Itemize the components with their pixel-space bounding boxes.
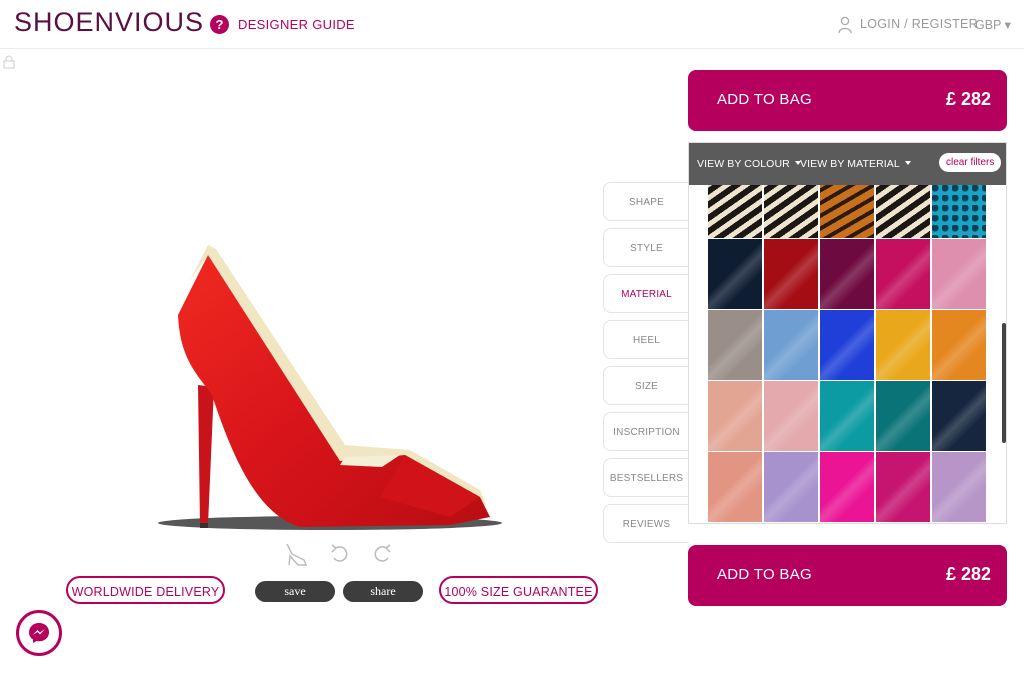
shoe-preview[interactable] — [150, 235, 510, 535]
material-swatch[interactable] — [708, 239, 762, 309]
tab-inscription[interactable]: INSCRIPTION — [603, 412, 689, 451]
swatch-row — [708, 381, 988, 451]
currency-select[interactable]: GBP ▾ — [975, 17, 1011, 32]
material-swatch[interactable] — [820, 381, 874, 451]
tab-bestsellers[interactable]: BESTSELLERS — [603, 458, 689, 497]
material-swatch[interactable] — [820, 185, 874, 238]
swatch-grid — [708, 185, 988, 523]
heel-stem — [198, 385, 214, 525]
lock-icon — [3, 55, 15, 69]
material-swatch[interactable] — [764, 239, 818, 309]
tab-reviews[interactable]: REVIEWS — [603, 504, 689, 543]
material-swatch[interactable] — [932, 452, 986, 522]
price: £ 282 — [945, 89, 991, 109]
scrollbar-thumb[interactable] — [1002, 323, 1006, 443]
share-button[interactable]: share — [343, 581, 423, 602]
swatch-row — [708, 310, 988, 380]
material-swatch[interactable] — [708, 452, 762, 522]
material-swatch[interactable] — [708, 185, 762, 238]
swatch-row — [708, 452, 988, 522]
user-icon[interactable] — [838, 16, 852, 34]
material-swatch[interactable] — [764, 310, 818, 380]
add-to-bag-label: ADD TO BAG — [717, 566, 812, 583]
tab-shape[interactable]: SHAPE — [603, 182, 689, 221]
material-swatch[interactable] — [820, 239, 874, 309]
tab-size[interactable]: SIZE — [603, 366, 689, 405]
view-by-material-label: VIEW BY MATERIAL — [800, 158, 900, 170]
material-swatch[interactable] — [876, 310, 930, 380]
save-button[interactable]: save — [255, 581, 335, 602]
worldwide-delivery-button[interactable]: WORLDWIDE DELIVERY — [66, 576, 225, 604]
add-to-bag-button[interactable]: ADD TO BAG £ 282 — [688, 70, 1007, 131]
material-swatch[interactable] — [820, 310, 874, 380]
material-swatch[interactable] — [932, 381, 986, 451]
material-panel: VIEW BY COLOUR VIEW BY MATERIAL clear fi… — [688, 142, 1007, 524]
material-swatch[interactable] — [764, 381, 818, 451]
swatch-row — [708, 185, 988, 238]
swatch-row — [708, 239, 988, 309]
messenger-icon — [29, 623, 49, 643]
size-guarantee-button[interactable]: 100% SIZE GUARANTEE — [439, 576, 598, 604]
clear-filters-button[interactable]: clear filters — [939, 153, 1002, 172]
material-swatch[interactable] — [764, 185, 818, 238]
brand-logo[interactable]: SHOENVIOUS — [14, 7, 204, 38]
material-swatch[interactable] — [876, 185, 930, 238]
material-swatch[interactable] — [876, 239, 930, 309]
add-to-bag-button-bottom[interactable]: ADD TO BAG £ 282 — [688, 545, 1007, 606]
material-swatch[interactable] — [876, 381, 930, 451]
material-swatch[interactable] — [708, 381, 762, 451]
view-by-colour-dropdown[interactable]: VIEW BY COLOUR — [697, 158, 801, 170]
messenger-chat-button[interactable] — [16, 610, 62, 656]
material-swatch[interactable] — [876, 452, 930, 522]
material-swatch[interactable] — [764, 452, 818, 522]
material-swatch[interactable] — [932, 310, 986, 380]
login-register-link[interactable]: LOGIN / REGISTER — [860, 17, 978, 31]
help-icon[interactable]: ? — [210, 15, 229, 34]
add-to-bag-label: ADD TO BAG — [717, 91, 812, 108]
tab-style[interactable]: STYLE — [603, 228, 689, 267]
material-swatch[interactable] — [820, 452, 874, 522]
material-swatch[interactable] — [708, 310, 762, 380]
shoe-view-icon[interactable] — [284, 540, 308, 570]
tab-heel[interactable]: HEEL — [603, 320, 689, 359]
top-header: SHOENVIOUS ? DESIGNER GUIDE LOGIN / REGI… — [0, 0, 1024, 49]
filter-bar: VIEW BY COLOUR VIEW BY MATERIAL clear fi… — [689, 143, 1006, 185]
view-by-colour-label: VIEW BY COLOUR — [697, 158, 790, 170]
material-swatch[interactable] — [932, 239, 986, 309]
redo-icon[interactable] — [372, 540, 392, 570]
undo-icon[interactable] — [330, 540, 350, 570]
designer-guide-link[interactable]: DESIGNER GUIDE — [238, 17, 355, 32]
material-swatch[interactable] — [932, 185, 986, 238]
view-by-material-dropdown[interactable]: VIEW BY MATERIAL — [800, 158, 911, 170]
tab-material[interactable]: MATERIAL — [603, 274, 689, 313]
chevron-down-icon — [904, 161, 911, 165]
price: £ 282 — [945, 564, 991, 584]
